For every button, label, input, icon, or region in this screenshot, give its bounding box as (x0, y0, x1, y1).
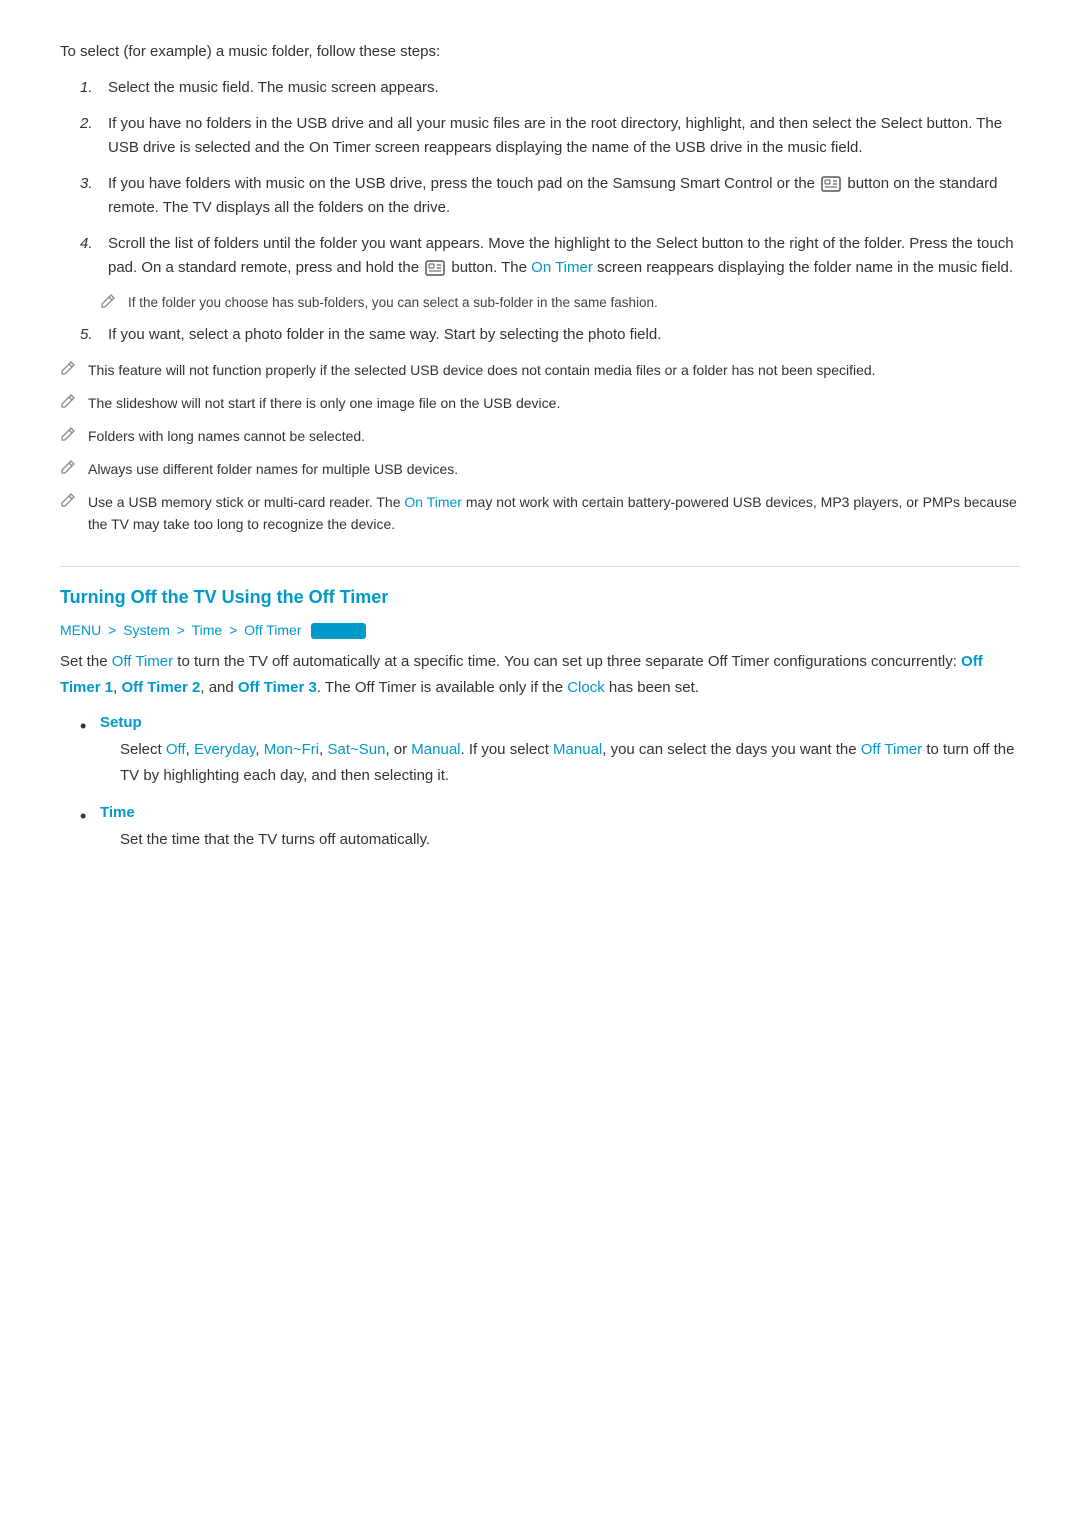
breadcrumb-sep3: > (229, 622, 237, 638)
setup-mid: . If you select (461, 741, 554, 758)
setup-or: , or (385, 741, 411, 758)
note-5-block: Use a USB memory stick or multi-card rea… (60, 491, 1020, 536)
step-1: 1. Select the music field. The music scr… (80, 76, 1020, 100)
step-4-note-block: If the folder you choose has sub-folders… (100, 292, 1020, 317)
breadcrumb-sep2: > (177, 622, 185, 638)
bullet-dot-setup: • (80, 714, 100, 739)
remote-icon-4 (425, 260, 445, 276)
bullet-setup-content: Select Off, Everyday, Mon~Fri, Sat~Sun, … (120, 737, 1020, 788)
step-5-content: If you want, select a photo folder in th… (108, 323, 1020, 347)
setup-comma1: , (186, 741, 194, 758)
body-mid: to turn the TV off automatically at a sp… (173, 653, 961, 670)
setup-off-link[interactable]: Off (166, 741, 186, 758)
note-4-text: Always use different folder names for mu… (88, 458, 458, 480)
numbered-steps: 1. Select the music field. The music scr… (80, 76, 1020, 280)
pencil-icon-step4note (100, 293, 122, 317)
note-3-text: Folders with long names cannot be select… (88, 425, 365, 447)
bullet-setup-label: Setup (100, 714, 1020, 731)
step-4-text-mid: button. The (447, 259, 531, 276)
note-4-block: Always use different folder names for mu… (60, 458, 1020, 483)
off-timer-3-link[interactable]: Off Timer 3 (238, 679, 317, 696)
section-title: Turning Off the TV Using the Off Timer (60, 587, 1020, 608)
remote-icon-3 (821, 176, 841, 192)
bullet-dot-time: • (80, 804, 100, 829)
breadcrumb-system: System (123, 622, 170, 638)
bullet-time-wrapper: Time Set the time that the TV turns off … (100, 804, 430, 859)
bullet-item-time: • Time Set the time that the TV turns of… (80, 804, 1020, 859)
bullet-time-content: Set the time that the TV turns off autom… (120, 827, 430, 853)
step-2-content: If you have no folders in the USB drive … (108, 112, 1020, 160)
step-4-text-after: screen reappears displaying the folder n… (593, 259, 1013, 276)
setup-before: Select (120, 741, 166, 758)
setup-comma2: , (255, 741, 263, 758)
step-4-num: 4. (80, 232, 108, 280)
note-3-block: Folders with long names cannot be select… (60, 425, 1020, 450)
try-now-badge[interactable]: Try Now (311, 623, 366, 639)
step-5-num: 5. (80, 323, 108, 347)
off-timer-2-link[interactable]: Off Timer 2 (121, 679, 200, 696)
note-1-block: This feature will not function properly … (60, 359, 1020, 384)
bullet-setup-wrapper: Setup Select Off, Everyday, Mon~Fri, Sat… (100, 714, 1020, 794)
pencil-icon-note1 (60, 360, 82, 384)
on-timer-link-note5[interactable]: On Timer (404, 494, 462, 510)
setup-after-before: , you can select the days you want the (602, 741, 861, 758)
step-4: 4. Scroll the list of folders until the … (80, 232, 1020, 280)
note-1-text: This feature will not function properly … (88, 359, 876, 381)
note-5-text: Use a USB memory stick or multi-card rea… (88, 491, 1020, 536)
step-2: 2. If you have no folders in the USB dri… (80, 112, 1020, 160)
step-1-content: Select the music field. The music screen… (108, 76, 1020, 100)
body-period: . The Off Timer is available only if the (317, 679, 567, 696)
step-4-note-text: If the folder you choose has sub-folders… (128, 292, 658, 314)
step-3: 3. If you have folders with music on the… (80, 172, 1020, 220)
setup-everyday-link[interactable]: Everyday (194, 741, 255, 758)
step-5: 5. If you want, select a photo folder in… (80, 323, 1020, 347)
step-1-num: 1. (80, 76, 108, 100)
setup-monfri-link[interactable]: Mon~Fri (264, 741, 319, 758)
pencil-icon-note2 (60, 393, 82, 417)
note-5-before: Use a USB memory stick or multi-card rea… (88, 494, 404, 510)
step-3-num: 3. (80, 172, 108, 220)
breadcrumb-sep1: > (108, 622, 116, 638)
section-body: Set the Off Timer to turn the TV off aut… (60, 649, 1020, 700)
intro-text: To select (for example) a music folder, … (60, 40, 1020, 64)
pencil-icon-note4 (60, 459, 82, 483)
setup-offtimer-link[interactable]: Off Timer (861, 741, 922, 758)
step-3-text-before: If you have folders with music on the US… (108, 175, 819, 192)
note-2-block: The slideshow will not start if there is… (60, 392, 1020, 417)
bullet-item-setup: • Setup Select Off, Everyday, Mon~Fri, S… (80, 714, 1020, 794)
bullet-time-label: Time (100, 804, 430, 821)
off-timer-link-body[interactable]: Off Timer (112, 653, 173, 670)
setup-manual-link[interactable]: Manual (411, 741, 460, 758)
setup-satsun-link[interactable]: Sat~Sun (327, 741, 385, 758)
body-and: , and (200, 679, 238, 696)
pencil-icon-note3 (60, 426, 82, 450)
bullet-section: • Setup Select Off, Everyday, Mon~Fri, S… (80, 714, 1020, 859)
setup-manual2-link[interactable]: Manual (553, 741, 602, 758)
breadcrumb-time: Time (192, 622, 223, 638)
breadcrumb-menu: MENU (60, 622, 101, 638)
pencil-icon-note5 (60, 492, 82, 516)
body-end: has been set. (605, 679, 699, 696)
step5-list: 5. If you want, select a photo folder in… (80, 323, 1020, 347)
breadcrumb-offtimer: Off Timer (244, 622, 301, 638)
note-2-text: The slideshow will not start if there is… (88, 392, 560, 414)
on-timer-link-step4[interactable]: On Timer (531, 259, 593, 276)
breadcrumb: MENU > System > Time > Off Timer Try Now (60, 622, 1020, 639)
body-before: Set the (60, 653, 112, 670)
clock-link[interactable]: Clock (567, 679, 605, 696)
step-2-num: 2. (80, 112, 108, 160)
step-4-content: Scroll the list of folders until the fol… (108, 232, 1020, 280)
section-divider (60, 566, 1020, 567)
step-3-content: If you have folders with music on the US… (108, 172, 1020, 220)
